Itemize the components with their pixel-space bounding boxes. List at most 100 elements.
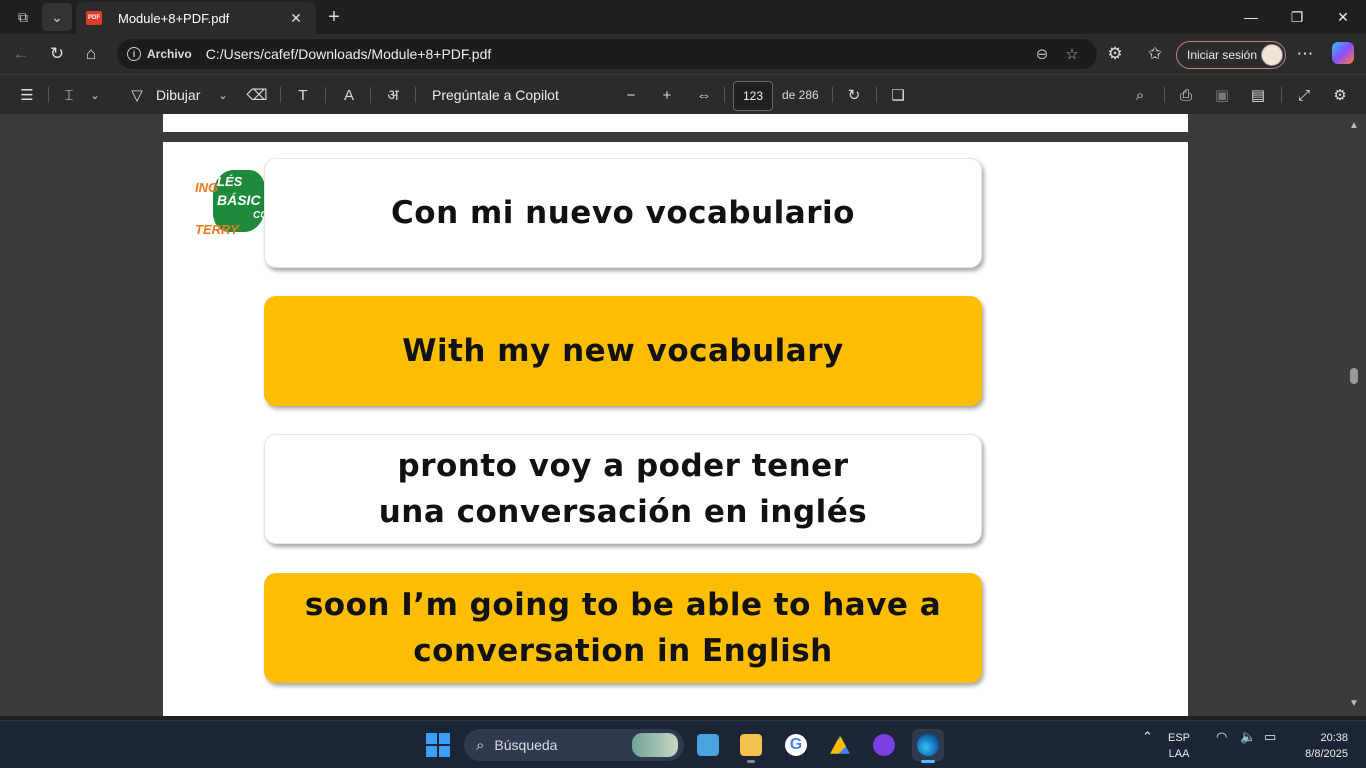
total-pages-label: de 286 [782,88,819,102]
total-pages: de 286 [782,81,819,109]
rotate-icon[interactable]: ↻ [842,81,866,109]
clock[interactable]: 20:38 8/8/2025 [1290,730,1348,762]
home-button[interactable]: ⌂ [76,40,106,68]
divider [280,87,281,103]
running-indicator [747,760,755,763]
draw-button[interactable]: Dibujar [156,81,200,109]
volume-icon[interactable]: 🔈 [1240,729,1256,745]
phrase-card: soon I’m going to be able to have a conv… [264,573,982,683]
edge-app-icon[interactable] [912,729,944,763]
ask-copilot-button[interactable]: Pregúntale a Copilot [432,81,559,109]
previous-page-bottom [163,114,1188,132]
info-icon[interactable]: i [127,47,141,61]
divider [724,87,725,103]
zoom-icon[interactable]: ⊖ [1027,45,1057,63]
divider [832,87,833,103]
translate-icon[interactable]: अ [382,81,404,109]
new-tab-button[interactable]: + [320,4,348,30]
text-box-icon[interactable]: T [292,81,314,109]
title-bar: ⧉ ⌄ PDF Module+8+PDF.pdf ✕ + — ❐ ✕ [0,0,1366,34]
minimize-button[interactable]: — [1228,0,1274,34]
back-button[interactable]: ← [6,40,36,68]
contents-list-icon[interactable]: ☰ [14,81,40,109]
zoom-out-icon[interactable]: − [620,81,642,109]
taskbar-search-label: Búsqueda [494,737,558,753]
page-number-input[interactable]: 123 [733,81,773,111]
print-icon[interactable]: ⎙ [1174,81,1198,109]
search-highlight-image [632,733,678,757]
phrase-card: With my new vocabulary [264,296,982,406]
workspaces-icon[interactable]: ⧉ [8,3,38,31]
divider [1164,87,1165,103]
logo-text-1: ING [195,180,219,195]
eraser-icon[interactable]: ⌫ [246,81,268,109]
running-indicator [921,760,935,763]
wifi-icon[interactable]: ◠ [1216,729,1227,745]
pdf-toolbar: ☰ ⌶ ⌄ ▽ Dibujar ⌄ ⌫ T A अ Pregúntale a C… [0,74,1366,114]
phrase-line: una conversación en inglés [378,494,868,530]
save-as-icon[interactable]: ▤ [1246,81,1270,109]
fullscreen-icon[interactable]: ⤢ [1292,81,1316,109]
taskbar-search[interactable]: ⌕ Búsqueda [464,729,684,761]
scroll-down-arrow-icon[interactable]: ▼ [1349,698,1359,709]
close-window-button[interactable]: ✕ [1320,0,1366,34]
favorites-icon[interactable]: ✩ [1140,40,1170,68]
close-tab-icon[interactable]: ✕ [286,10,306,27]
address-url[interactable]: C:/Users/cafef/Downloads/Module+8+PDF.pd… [206,46,1027,62]
restore-button[interactable]: ❐ [1274,0,1320,34]
extensions-icon[interactable]: ⚙ [1100,40,1130,68]
file-explorer-app-icon[interactable] [735,729,767,763]
tab-actions-chevron-icon[interactable]: ⌄ [42,3,72,31]
phrase-line: With my new vocabulary [402,333,844,369]
pdf-viewer[interactable]: ING LÉS BÁSIC CO TERRY Con mi nuevo voca… [0,114,1366,716]
phrase-line: soon I’m going to be able to have a [304,587,942,623]
google-drive-app-icon[interactable] [824,729,856,761]
taskbar: ⌕ Búsqueda G ⌃ ESP LAA ◠ 🔈 ▭ 20:38 8/8/2… [0,720,1366,768]
keyboard-layout: LAA [1168,748,1190,760]
google-chrome-app-icon[interactable]: G [780,729,812,761]
signin-button[interactable]: Iniciar sesión [1176,41,1286,69]
copilot-icon[interactable] [1332,42,1354,64]
ingles-basico-logo: ING LÉS BÁSIC CO TERRY [195,170,268,238]
highlight-options-chevron-icon[interactable]: ⌄ [86,81,104,109]
divider [370,87,371,103]
address-bar[interactable]: i Archivo C:/Users/cafef/Downloads/Modul… [117,39,1097,69]
zoom-in-icon[interactable]: + [656,81,678,109]
draw-icon[interactable]: ▽ [126,81,148,109]
clock-date: 8/8/2025 [1305,748,1348,760]
avatar [1261,44,1283,66]
tab-pdf[interactable]: PDF Module+8+PDF.pdf ✕ [76,2,316,34]
address-row: ← ↻ ⌂ i Archivo C:/Users/cafef/Downloads… [0,34,1366,74]
more-menu-icon[interactable]: ⋯ [1290,40,1320,68]
phrase-line: Con mi nuevo vocabulario [391,195,855,231]
hidden-icons-chevron-icon[interactable]: ⌃ [1142,729,1153,745]
phrase-card: Con mi nuevo vocabulario [264,158,982,268]
windows-start-icon[interactable] [426,733,450,757]
favorite-star-icon[interactable]: ☆ [1057,45,1087,63]
refresh-button[interactable]: ↻ [42,40,72,68]
pdf-page: ING LÉS BÁSIC CO TERRY Con mi nuevo voca… [163,142,1188,716]
page-view-icon[interactable]: ❏ [886,81,910,109]
settings-gear-icon[interactable]: ⚙ [1328,81,1352,109]
search-icon[interactable]: ⌕ [1128,81,1152,109]
battery-icon[interactable]: ▭ [1264,729,1276,745]
fit-to-width-icon[interactable]: ⇔ [692,81,716,109]
pdf-file-icon: PDF [86,11,102,25]
language-code: ESP [1168,732,1191,744]
draw-options-chevron-icon[interactable]: ⌄ [214,81,232,109]
save-icon[interactable]: ▣ [1210,81,1234,109]
notepad-app-icon[interactable] [692,729,724,761]
logo-text-5: TERRY [195,222,239,237]
tab-title: Module+8+PDF.pdf [118,10,230,26]
logo-text-2: LÉS [217,174,243,189]
divider [415,87,416,103]
scrollbar-thumb[interactable] [1350,368,1358,384]
highlight-icon[interactable]: ⌶ [58,81,80,109]
read-aloud-icon[interactable]: A [338,81,360,109]
scroll-up-arrow-icon[interactable]: ▲ [1349,120,1359,131]
divider [876,87,877,103]
language-indicator[interactable]: ESP LAA [1168,730,1190,762]
divider [1281,87,1282,103]
phrase-line: conversation in English [413,633,833,669]
purple-app-icon[interactable] [868,729,900,761]
